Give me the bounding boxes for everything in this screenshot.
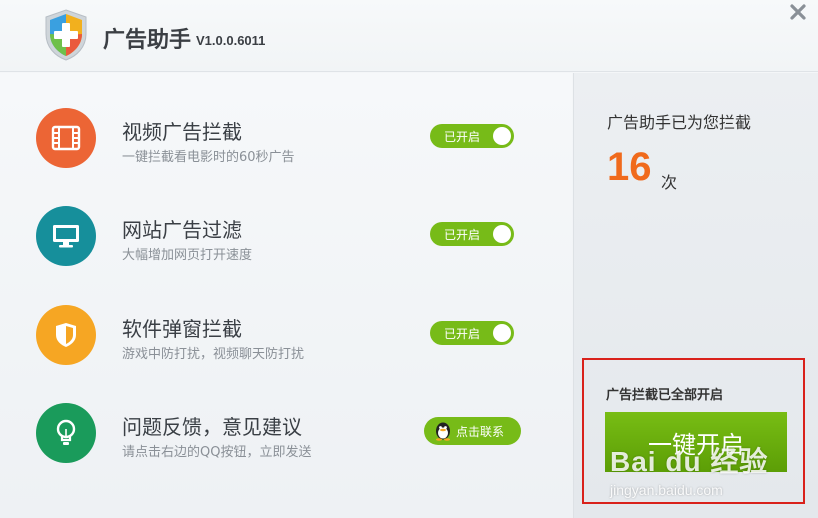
qq-penguin-icon [434,421,452,441]
feature-title: 软件弹窗拦截 [122,317,242,341]
blocked-count-value: 16 [607,145,652,189]
toggle-label: 已开启 [444,228,481,242]
toggle-knob [493,225,511,243]
feature-description: 游戏中防打扰，视频聊天防打扰 [122,347,305,362]
contact-button-label: 点击联系 [456,424,505,439]
app-logo-shield-icon [42,8,90,62]
video-ad-block-toggle[interactable]: 已开启 [430,124,514,148]
toggle-knob [493,324,511,342]
toggle-label: 已开启 [444,327,481,341]
blocked-count-unit: 次 [661,173,678,192]
feature-feedback: 问题反馈，意见建议 请点击右边的QQ按钮，立即发送 点击联系 [0,403,572,483]
blocked-count-label: 广告助手已为您拦截 [607,113,752,132]
feature-video-ad-block: 视频广告拦截 一键拦截看电影时的60秒广告 已开启 [0,108,572,188]
app-title: 广告助手 [103,28,192,53]
app-window: 广告助手 V1.0.0.6011 视频广告拦截 一键拦截看电影时的60秒广告 已… [0,0,818,518]
feature-title: 网站广告过滤 [122,218,242,242]
monitor-icon [36,206,96,266]
feature-website-ad-filter: 网站广告过滤 大幅增加网页打开速度 已开启 [0,206,572,286]
close-icon [790,4,806,20]
film-icon [36,108,96,168]
title-bar: 广告助手 V1.0.0.6011 [0,0,818,72]
qq-contact-button[interactable]: 点击联系 [424,417,521,445]
watermark-url: jingyan.baidu.com [610,482,723,498]
feature-title: 问题反馈，意见建议 [122,415,302,439]
toggle-knob [493,127,511,145]
shield-icon [36,305,96,365]
watermark-logo-text: Bai du 经验 [610,446,769,477]
feature-popup-block: 软件弹窗拦截 游戏中防打扰，视频聊天防打扰 已开启 [0,305,572,385]
baidu-jingyan-watermark: Bai du 经验 jingyan.baidu.com [610,440,768,498]
feature-description: 请点击右边的QQ按钮，立即发送 [122,445,312,460]
popup-block-toggle[interactable]: 已开启 [430,321,514,345]
website-ad-filter-toggle[interactable]: 已开启 [430,222,514,246]
feature-description: 一键拦截看电影时的60秒广告 [122,150,295,165]
lightbulb-icon [36,403,96,463]
features-panel: 视频广告拦截 一键拦截看电影时的60秒广告 已开启 网站广告过滤 大幅增加网页打… [0,73,572,518]
toggle-label: 已开启 [444,130,481,144]
app-version: V1.0.0.6011 [196,33,266,48]
close-button[interactable] [786,2,810,26]
feature-title: 视频广告拦截 [122,120,242,144]
feature-description: 大幅增加网页打开速度 [122,248,253,263]
all-enabled-status: 广告拦截已全部开启 [606,388,724,403]
